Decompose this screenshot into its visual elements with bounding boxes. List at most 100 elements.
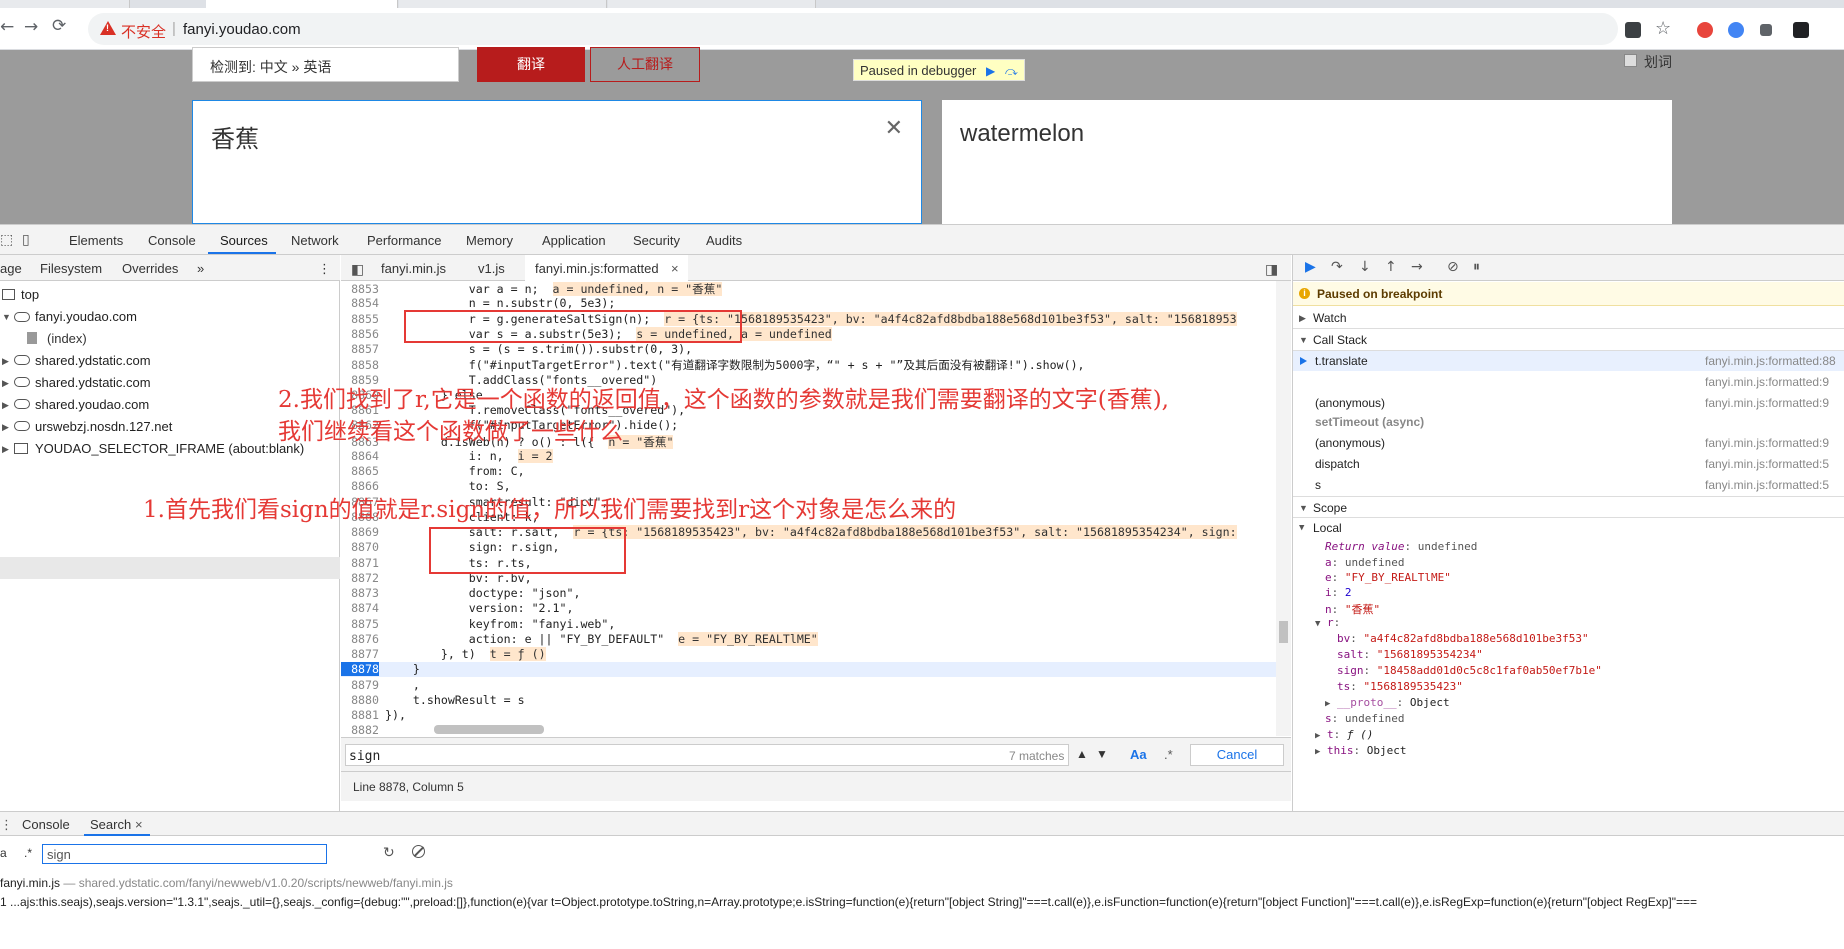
language-detect-select[interactable]: 检测到: 中文 » 英语 ⌄ [192,47,459,82]
code-line[interactable]: 8874 version: "2.1", [341,601,1281,616]
extension-icon[interactable] [1728,22,1744,38]
extension-icon[interactable] [1697,22,1713,38]
regex-toggle[interactable]: .* [24,846,32,860]
line-number[interactable]: 8874 [341,601,379,615]
resume-icon[interactable]: ▶ [986,64,995,78]
extension-icon[interactable] [1760,24,1772,36]
frame-location[interactable]: fanyi.min.js:formatted:5 [1705,478,1829,492]
expand-icon[interactable]: ▶ [2,378,9,389]
find-next-icon[interactable]: ▼ [1096,747,1108,761]
step-over-icon[interactable]: ↷ [1331,259,1343,275]
find-previous-icon[interactable]: ▲ [1076,747,1088,761]
call-frame[interactable]: s fanyi.min.js:formatted:5 [1293,475,1844,495]
drawer-tab-console[interactable]: Console [22,817,70,832]
insecure-label[interactable]: 不安全 [121,21,166,42]
forward-icon[interactable]: → [24,17,38,37]
line-number[interactable]: 8881 [341,708,379,722]
match-case-toggle[interactable]: Aa [1130,747,1147,762]
menu-icon[interactable]: ⋮ [318,261,331,277]
code-line[interactable]: 8879 , [341,678,1281,693]
expand-icon[interactable]: ▶ [1315,731,1320,741]
editor-tab-v1[interactable]: v1.js [478,261,505,276]
scrollbar-thumb[interactable] [434,725,544,734]
code-line[interactable]: 8853 var a = n; a = undefined, n = "香蕉" [341,281,1281,296]
call-frame[interactable]: t.translate fanyi.min.js:formatted:88 [1293,351,1844,371]
line-number[interactable]: 8858 [341,358,379,372]
frame-location[interactable]: fanyi.min.js:formatted:9 [1705,396,1829,410]
tab-network[interactable]: Network [291,233,339,248]
line-number[interactable]: 8864 [341,449,379,463]
tree-item-index[interactable]: (index) [47,331,87,346]
line-number[interactable]: 8869 [341,525,379,539]
step-over-icon[interactable]: ⤼ [1005,64,1018,79]
url-text[interactable]: fanyi.youdao.com [183,21,301,38]
code-line[interactable]: 8875 keyfrom: "fanyi.web", [341,617,1281,632]
line-number[interactable]: 8872 [341,571,379,585]
browser-tab[interactable] [0,0,130,8]
match-case-toggle[interactable]: a [0,846,7,860]
scope-var[interactable]: i: 2 [1325,586,1352,599]
expand-icon[interactable]: ▶ [1315,747,1320,757]
line-number[interactable]: 8873 [341,586,379,600]
translate-button[interactable]: 翻译 [477,47,585,82]
tab-sources[interactable]: Sources [220,233,268,248]
page-scrollbar[interactable] [1827,50,1844,224]
code-line[interactable]: 8881}), [341,708,1281,723]
scope-var[interactable]: ▶ this: Object [1315,744,1407,757]
code-line[interactable]: 8857 s = (s = s.trim()).substr(0, 3), [341,342,1281,357]
tree-item-urswebzj[interactable]: urswebzj.nosdn.127.net [35,419,172,434]
tab-elements[interactable]: Elements [69,233,123,248]
tree-item-fanyi[interactable]: fanyi.youdao.com [35,309,137,324]
scope-var[interactable]: s: undefined [1325,712,1404,725]
expand-icon[interactable]: ▶ [1325,699,1330,709]
search-result-line[interactable]: 1 ...ajs:this.seajs),seajs.version="1.3.… [0,895,1697,909]
deactivate-breakpoints-icon[interactable]: ⊘ [1447,259,1459,275]
scope-var[interactable]: e: "FY_BY_REALTlME" [1325,571,1451,584]
code-line[interactable]: 8864 i: n, i = 2 [341,448,1281,464]
browser-tab-active[interactable] [206,0,398,8]
collapse-icon[interactable]: ▼ [1299,523,1304,533]
browser-tab[interactable] [399,0,607,8]
line-number[interactable]: 8853 [341,282,379,296]
code-line[interactable]: 8880 t.showResult = s [341,693,1281,708]
source-text-panel[interactable]: 香蕉 ✕ [192,100,922,224]
scope-var[interactable]: sign: "18458add01d0c5c8c1faf0ab50ef7b1e" [1337,664,1602,677]
back-icon[interactable]: ← [0,17,14,37]
scope-var[interactable]: bv: "a4f4c82afd8bdba188e568d101be3f53" [1337,632,1589,645]
find-cancel-button[interactable]: Cancel [1190,744,1284,766]
close-icon[interactable]: × [671,261,679,276]
line-number[interactable]: 8876 [341,632,379,646]
regex-toggle[interactable]: .* [1164,747,1173,762]
inspect-icon[interactable]: ⬚ [0,231,13,248]
toggle-debugger-icon[interactable]: ◨ [1265,261,1278,278]
pause-on-exceptions-icon[interactable]: ⏸ [1473,259,1480,275]
reload-icon[interactable]: ⟳ [52,16,66,36]
tab-console[interactable]: Console [148,233,196,248]
line-number[interactable]: 8855 [341,312,379,326]
step-icon[interactable]: → [1411,259,1423,275]
code-line[interactable]: 8876 action: e || "FY_BY_DEFAULT" e = "F… [341,631,1281,647]
tree-item-shared-ydstatic-2[interactable]: shared.ydstatic.com [35,375,151,390]
close-icon[interactable]: × [135,817,143,832]
line-number[interactable]: 8880 [341,693,379,707]
tab-memory[interactable]: Memory [466,233,513,248]
search-result-file[interactable]: fanyi.min.js — shared.ydstatic.com/fanyi… [0,876,453,890]
frame-location[interactable]: fanyi.min.js:formatted:5 [1705,457,1829,471]
browser-tab[interactable] [608,0,816,8]
tab-security[interactable]: Security [633,233,680,248]
find-input[interactable] [345,744,1069,766]
address-bar[interactable] [88,13,1618,45]
editor-tab-fanyi-min[interactable]: fanyi.min.js [381,261,446,276]
collapse-icon[interactable]: ▼ [1315,619,1320,629]
scope-var[interactable]: salt: "15681895354234" [1337,648,1483,661]
scope-var[interactable]: n: "香蕉" [1325,601,1380,617]
code-line[interactable]: 8858 f("#inputTargetError").text("有道翻译字数… [341,357,1281,372]
extension-icon[interactable] [1625,22,1641,38]
scrollbar-thumb[interactable] [1279,621,1288,643]
expand-icon[interactable]: ▶ [2,422,9,433]
call-frame[interactable]: (anonymous) fanyi.min.js:formatted:9 [1293,393,1844,413]
code-line[interactable]: 8854 n = n.substr(0, 5e3); [341,296,1281,311]
expand-icon[interactable]: ▶ [2,356,9,367]
scope-var[interactable]: ▶ t: ƒ () [1315,728,1373,741]
editor-tab-fanyi-formatted[interactable]: fanyi.min.js:formatted [535,261,659,276]
